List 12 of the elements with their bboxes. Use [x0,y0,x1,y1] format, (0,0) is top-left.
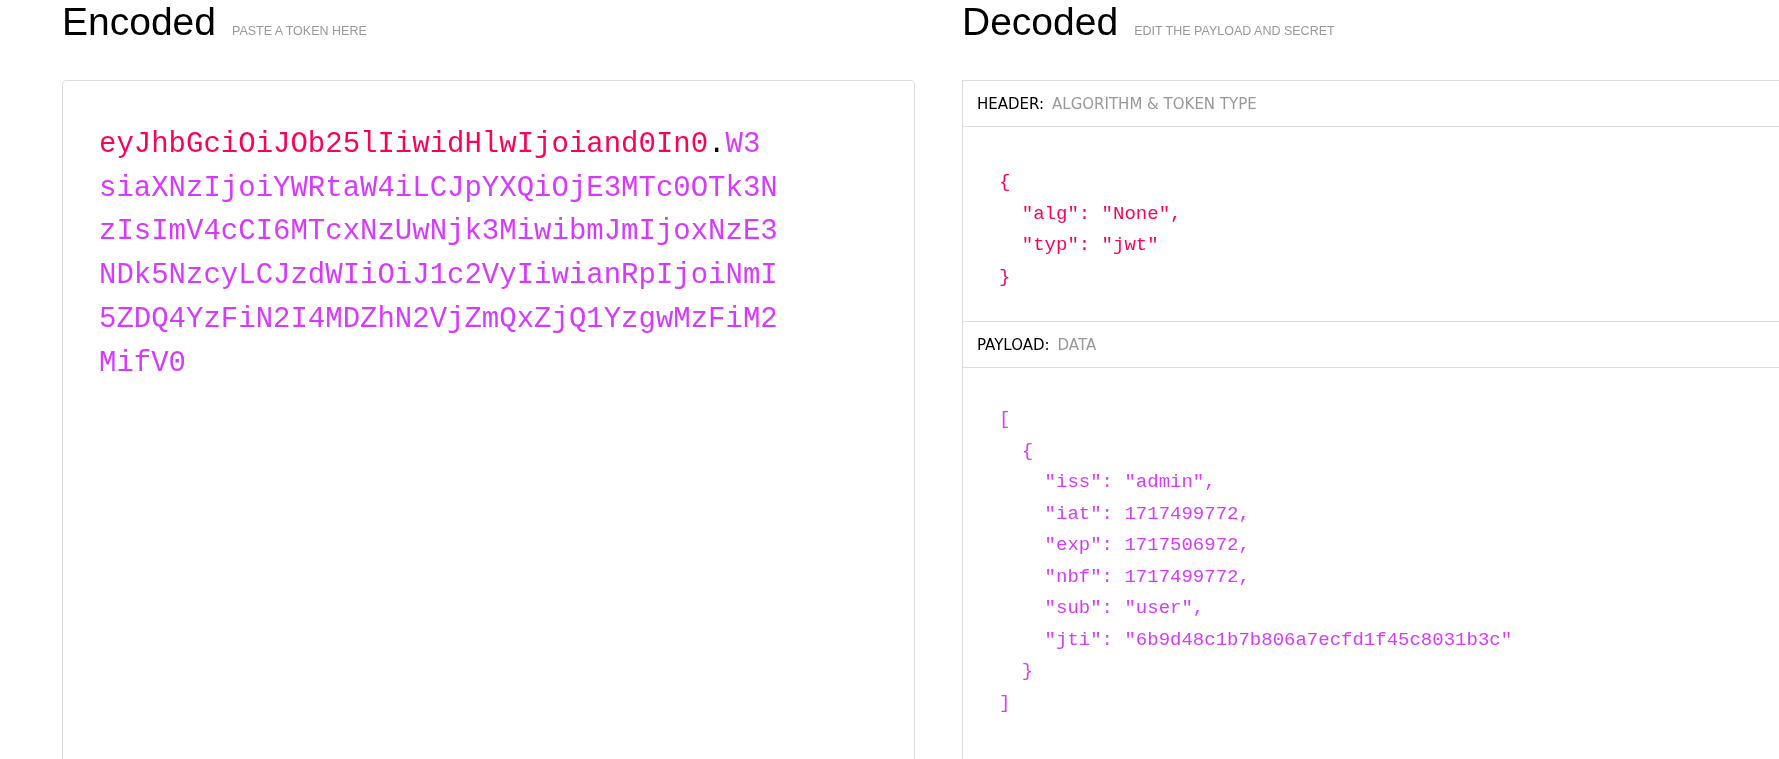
section-title: Encoded [62,0,216,44]
section-subtitle: PASTE A TOKEN HERE [231,24,367,38]
encoded-token: eyJhbGciOiJOb25lIiwidHlwIjoiand0In0.W3siaXNzIjoiYWRtaW4iLCJpYXQiOjE3MTc0OTk3NzIsImV4cCI6MTcxNzUwNjk3MiwibmJmIjoxNzE3NDk5NzcyLCJzdWIiOiJ1c2VyIiwianRpIjoiNmI5ZDQ4YzFiN2I4MDZhN2VjZmQxZjQ1YzgwMzFiM2MifV0 [99,127,778,382]
json-code[interactable]: [ { "iss": "admin", "iat": 1717499772, "exp": 1717506972, "nbf": 1717499772, "sub": "user", "jti": "6b9d48c1b7b806a7ecfd1f45c8031b3c" } ] [999,404,1513,719]
json-code[interactable]: { "alg": "None", "typ": "jwt" } [999,167,1182,293]
section-sublabel: ALGORITHM & TOKEN TYPE [1052,94,1257,113]
token-input[interactable]: eyJhbGciOiJOb25lIiwidHlwIjoiand0In0.W3siaXNzIjoiYWRtaW4iLCJpYXQiOjE3MTc0OTk3NzIsImV4cCI6MTcxNzUwNjk3MiwibmJmIjoxNzE3NDk5NzcyLCJzdWIiOiJ1c2VyIiwianRpIjoiNmI5ZDQ4YzFiN2I4MDZhN2VjZmQxZjQ1YzgwMzFiM2MifV0 [62,80,915,759]
section-subtitle: EDIT THE PAYLOAD AND SECRET [1134,24,1335,38]
section-label: PAYLOAD: [977,335,1050,354]
section-sublabel: DATA [1057,335,1097,354]
section-label: HEADER: [977,94,1045,113]
section-title: Decoded [962,0,1119,44]
